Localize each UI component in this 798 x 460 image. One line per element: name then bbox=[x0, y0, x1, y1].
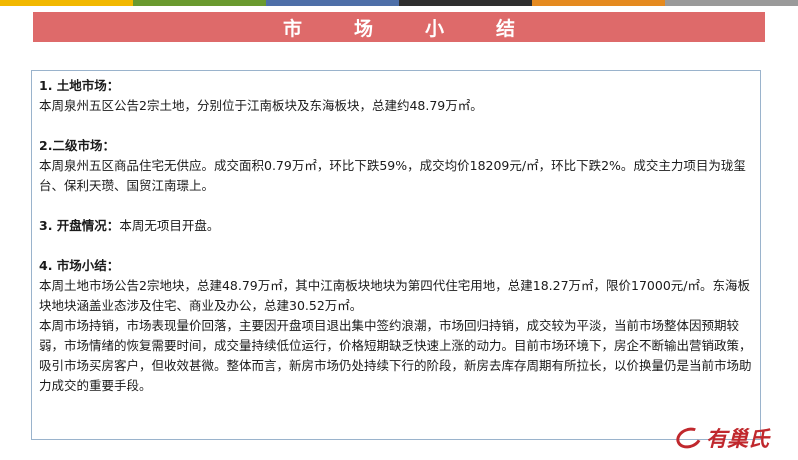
page-title: 市场小结 bbox=[282, 17, 567, 40]
brand-logo-icon bbox=[673, 424, 705, 452]
market-summary-para-2: 本周市场持销，市场表现量价回落，主要因开盘项目退出集中签约浪潮，市场回归持销，成… bbox=[39, 318, 752, 393]
market-summary-heading: 4. 市场小结： bbox=[39, 258, 120, 273]
land-market-heading: 1. 土地市场： bbox=[39, 78, 120, 93]
stripe-segment-yellow bbox=[0, 0, 133, 6]
market-summary-section: 4. 市场小结： 本周土地市场公告2宗地块，总建48.79万㎡，其中江南板块地块… bbox=[39, 256, 752, 396]
market-summary-para-1: 本周土地市场公告2宗地块，总建48.79万㎡，其中江南板块地块为第四代住宅用地，… bbox=[39, 278, 751, 313]
opening-section: 3. 开盘情况：本周无项目开盘。 bbox=[39, 216, 752, 236]
summary-content-box: 1. 土地市场： 本周泉州五区公告2宗土地，分别位于江南板块及东海板块，总建约4… bbox=[31, 70, 761, 440]
top-color-stripe bbox=[0, 0, 798, 6]
stripe-segment-green bbox=[133, 0, 266, 6]
page-title-bar: 市场小结 bbox=[33, 12, 765, 42]
land-market-section: 1. 土地市场： 本周泉州五区公告2宗土地，分别位于江南板块及东海板块，总建约4… bbox=[39, 76, 752, 116]
brand-logo: 有巢氏 bbox=[673, 422, 786, 454]
stripe-segment-dark bbox=[399, 0, 532, 6]
secondary-market-heading: 2.二级市场： bbox=[39, 138, 115, 153]
secondary-market-section: 2.二级市场： 本周泉州五区商品住宅无供应。成交面积0.79万㎡，环比下跌59%… bbox=[39, 136, 752, 196]
opening-label: 3. 开盘情况： bbox=[39, 218, 120, 233]
opening-text: 本周无项目开盘。 bbox=[119, 218, 220, 233]
stripe-segment-gray bbox=[665, 0, 798, 6]
land-market-text: 本周泉州五区公告2宗土地，分别位于江南板块及东海板块，总建约48.79万㎡。 bbox=[39, 98, 483, 113]
brand-logo-text: 有巢氏 bbox=[706, 427, 769, 451]
opening-line: 3. 开盘情况：本周无项目开盘。 bbox=[39, 216, 752, 236]
secondary-market-text: 本周泉州五区商品住宅无供应。成交面积0.79万㎡，环比下跌59%，成交均价182… bbox=[39, 158, 746, 193]
stripe-segment-orange bbox=[532, 0, 665, 6]
stripe-segment-blue bbox=[266, 0, 399, 6]
